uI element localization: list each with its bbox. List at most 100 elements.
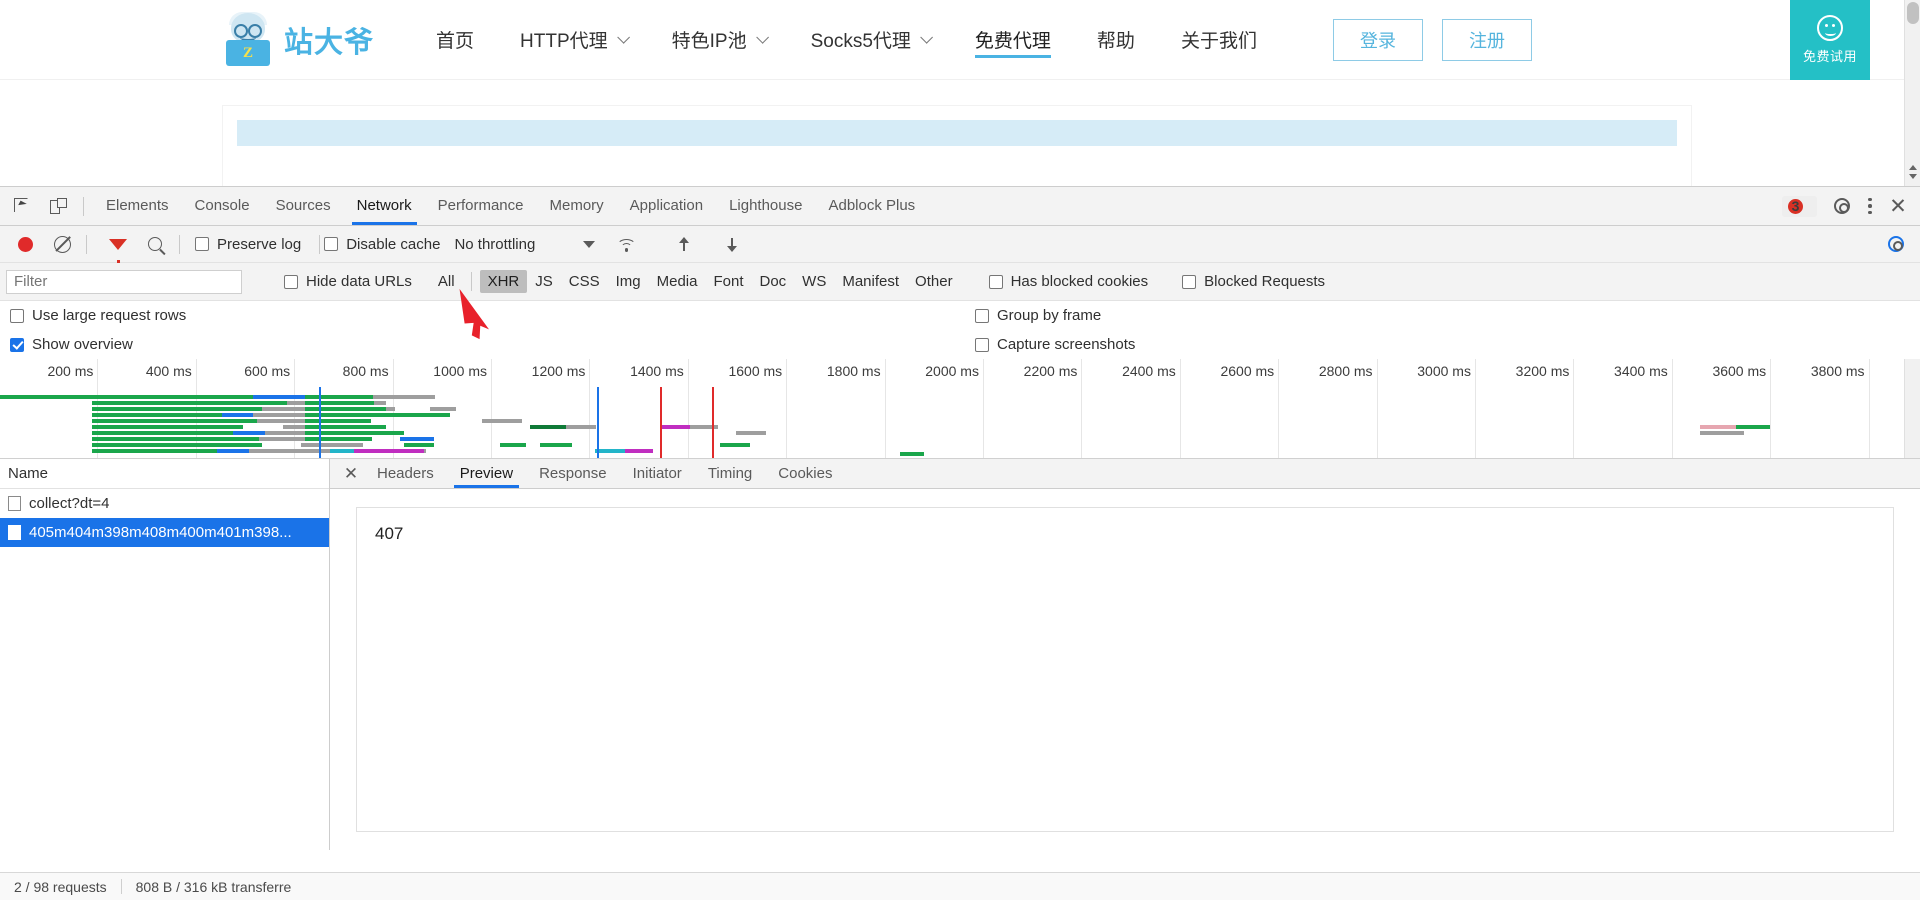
tab-lighthouse[interactable]: Lighthouse [716,187,815,225]
settings-button[interactable] [1828,192,1856,220]
search-button[interactable] [140,229,170,259]
timeline-bar [736,431,766,435]
import-har-button[interactable] [669,229,699,259]
detail-tab-initiator[interactable]: Initiator [620,459,695,488]
filter-type-font[interactable]: Font [705,270,751,293]
nav-item-help[interactable]: 帮助 [1097,0,1135,80]
scroll-down-arrow-icon[interactable] [1909,174,1917,179]
hide-data-urls-option[interactable]: Hide data URLs [284,273,412,290]
nav-item-socks5-proxy[interactable]: Socks5代理 [811,0,929,80]
page-content-placeholder-bar [237,120,1677,146]
site-logo[interactable]: Z 站大爷 [222,13,374,67]
upload-arrow-icon [676,236,692,253]
has-blocked-cookies-option[interactable]: Has blocked cookies [989,273,1149,290]
network-options-row-2: Show overview Capture screenshots [0,330,1920,359]
toggle-device-toolbar-button[interactable] [44,191,74,221]
nav-item-home[interactable]: 首页 [436,0,474,80]
capture-screenshots-option[interactable]: Capture screenshots [975,336,1135,353]
record-button[interactable] [10,229,40,259]
preview-content: 407 [356,507,1894,832]
capture-screenshots-checkbox[interactable] [975,338,989,352]
login-button[interactable]: 登录 [1333,19,1423,61]
more-options-button[interactable] [1856,192,1884,220]
detail-tab-cookies[interactable]: Cookies [765,459,845,488]
disable-cache-label: Disable cache [346,236,440,253]
chevron-down-icon [756,31,769,44]
nav-item-about-us[interactable]: 关于我们 [1181,0,1257,80]
tab-network[interactable]: Network [344,187,425,225]
nav-item-http-proxy[interactable]: HTTP代理 [520,0,626,80]
blocked-requests-checkbox[interactable] [1182,275,1196,289]
filter-type-doc[interactable]: Doc [751,270,794,293]
network-conditions-icon [617,237,636,251]
timeline-marker [597,387,599,459]
network-filter-bar: Hide data URLs All XHR JS CSS Img Media … [0,263,1920,301]
network-settings-button[interactable] [1882,230,1910,258]
detail-tab-response[interactable]: Response [526,459,620,488]
tab-elements[interactable]: Elements [93,187,182,225]
tab-adblock-plus[interactable]: Adblock Plus [815,187,928,225]
scroll-up-arrow-icon[interactable] [1909,165,1917,170]
preserve-log-option[interactable]: Preserve log [195,236,301,253]
hide-data-urls-checkbox[interactable] [284,275,298,289]
preserve-log-checkbox[interactable] [195,237,209,251]
clear-requests-button[interactable] [47,229,77,259]
network-overview-timeline[interactable]: 200 ms 400 ms 600 ms 800 ms 1000 ms 1200 ms 14… [0,359,1920,459]
nav-item-ip-pool[interactable]: 特色IP池 [672,0,765,80]
tab-memory[interactable]: Memory [537,187,617,225]
network-main-area: Name collect?dt=4 405m404m398m408m400m40… [0,459,1920,850]
overview-scrollbar[interactable] [1904,359,1920,459]
table-row[interactable]: collect?dt=4 [0,489,329,518]
request-list: collect?dt=4 405m404m398m408m400m401m398… [0,489,329,850]
error-count-badge[interactable]: 3 [1782,196,1817,217]
detail-tab-timing[interactable]: Timing [695,459,765,488]
nav-item-label: 帮助 [1097,26,1135,53]
nav-item-label: 关于我们 [1181,26,1257,53]
inspect-element-button[interactable] [7,191,37,221]
document-icon [8,496,21,511]
timeline-bar [305,401,374,405]
group-by-frame-checkbox[interactable] [975,309,989,323]
filter-type-media[interactable]: Media [649,270,706,293]
timeline-bar [330,449,354,453]
devtools-tab-bar: Elements Console Sources Network Perform… [0,187,1920,226]
page-scrollbar-thumb[interactable] [1907,2,1919,24]
network-status-bar: 2 / 98 requests 808 B / 316 kB transferr… [0,872,1920,900]
free-trial-button[interactable]: 免费试用 [1790,0,1870,80]
register-button[interactable]: 注册 [1442,19,1532,61]
disable-cache-checkbox[interactable] [324,237,338,251]
filter-type-other[interactable]: Other [907,270,961,293]
filter-type-js[interactable]: JS [527,270,561,293]
has-blocked-cookies-checkbox[interactable] [989,275,1003,289]
group-by-frame-option[interactable]: Group by frame [975,307,1101,324]
table-row[interactable]: 405m404m398m408m400m401m398... [0,518,329,547]
show-overview-checkbox[interactable] [10,338,24,352]
filter-type-ws[interactable]: WS [794,270,834,293]
transferred-size-status: 808 B / 316 kB transferre [122,879,306,895]
throttling-select[interactable]: No throttling [454,236,595,253]
close-icon: ✕ [1889,196,1907,217]
close-detail-panel-button[interactable]: ✕ [338,464,364,484]
tab-application[interactable]: Application [617,187,716,225]
filter-type-img[interactable]: Img [608,270,649,293]
filter-input[interactable] [6,270,242,294]
disable-cache-option[interactable]: Disable cache [324,236,440,253]
tab-sources[interactable]: Sources [263,187,344,225]
tab-performance[interactable]: Performance [425,187,537,225]
tab-console[interactable]: Console [182,187,263,225]
nav-item-free-proxy[interactable]: 免费代理 [975,0,1051,80]
detail-tab-preview[interactable]: Preview [447,459,526,488]
network-conditions-button[interactable] [611,229,641,259]
page-scrollbar[interactable] [1904,0,1920,186]
show-overview-option[interactable]: Show overview [10,336,133,353]
use-large-request-rows-checkbox[interactable] [10,309,24,323]
detail-tab-headers[interactable]: Headers [364,459,447,488]
close-devtools-button[interactable]: ✕ [1884,192,1912,220]
document-icon [8,525,21,540]
filter-type-css[interactable]: CSS [561,270,608,293]
filter-type-manifest[interactable]: Manifest [834,270,907,293]
use-large-request-rows-option[interactable]: Use large request rows [10,307,186,324]
export-har-button[interactable] [717,229,747,259]
toggle-filter-button[interactable] [103,229,133,259]
blocked-requests-option[interactable]: Blocked Requests [1182,273,1325,290]
